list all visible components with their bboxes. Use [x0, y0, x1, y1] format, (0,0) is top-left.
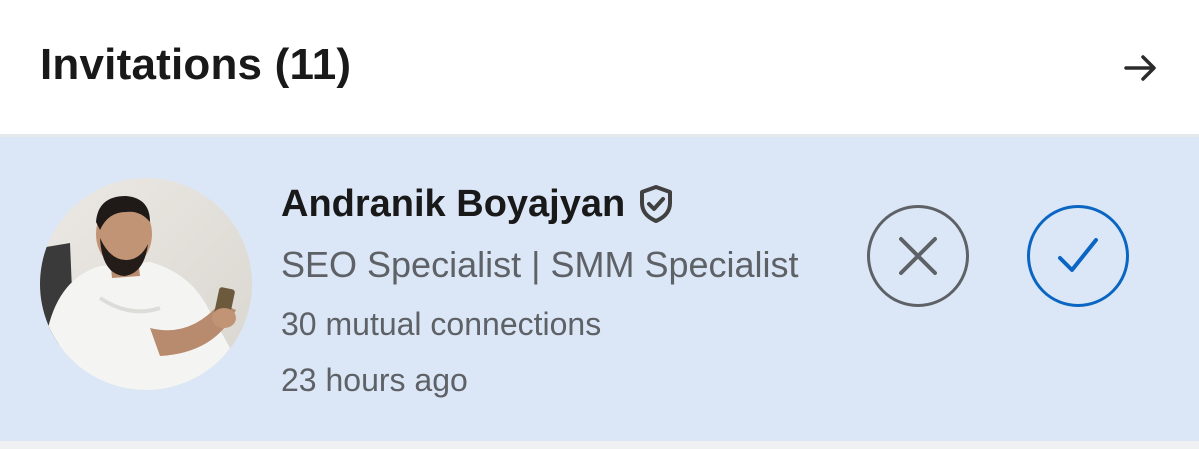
invitation-name-row[interactable]: Andranik Boyajyan [281, 180, 675, 228]
arrow-right-icon [1124, 55, 1156, 81]
close-icon [899, 237, 937, 275]
avatar[interactable] [40, 178, 252, 390]
invitation-timestamp: 23 hours ago [281, 362, 468, 398]
invitations-title: Invitations (11) [40, 40, 352, 89]
invitations-header: Invitations (11) [0, 0, 1199, 134]
checkmark-icon [1058, 238, 1098, 272]
sender-name: Andranik Boyajyan [281, 182, 626, 225]
mutual-connections[interactable]: 30 mutual connections [281, 306, 601, 343]
verified-shield-icon [637, 184, 675, 224]
bottom-divider [0, 441, 1199, 449]
profile-photo [40, 178, 252, 390]
sender-headline: SEO Specialist | SMM Specialist [281, 244, 799, 285]
see-all-invitations-button[interactable] [1116, 44, 1164, 92]
accept-button[interactable] [1027, 205, 1129, 307]
ignore-button[interactable] [867, 205, 969, 307]
